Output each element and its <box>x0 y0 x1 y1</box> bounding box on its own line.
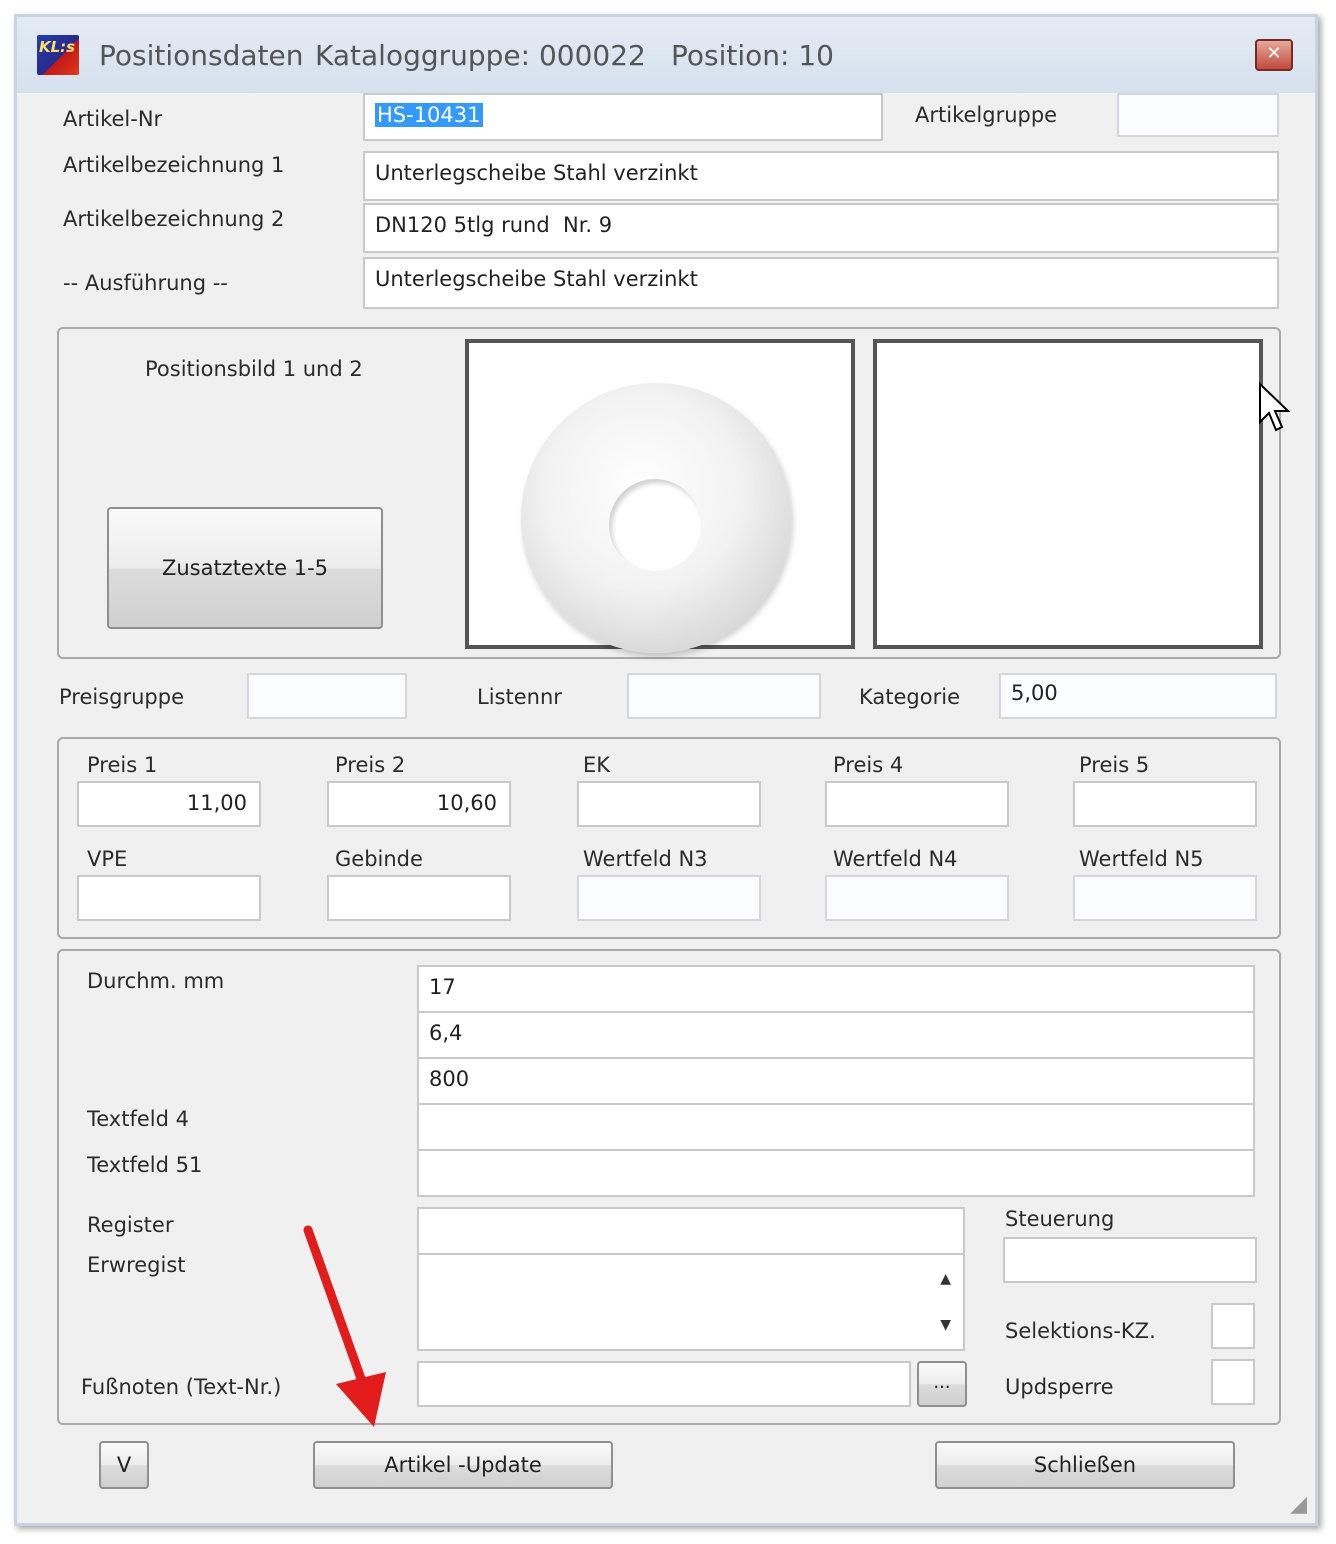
app-logo: KL:s <box>37 35 79 75</box>
preis4-input[interactable] <box>825 781 1009 827</box>
textfeld4-input[interactable] <box>417 1103 1255 1151</box>
textfeld51-input[interactable] <box>417 1149 1255 1197</box>
bezeichnung1-label: Artikelbezeichnung 1 <box>63 153 285 177</box>
wertfeld-n4-label: Wertfeld N4 <box>833 847 958 871</box>
steuerung-input[interactable] <box>1003 1237 1257 1283</box>
close-icon[interactable]: ✕ <box>1255 39 1293 71</box>
preis2-input[interactable]: 10,60 <box>327 781 511 827</box>
mouse-cursor-icon <box>1259 382 1291 432</box>
preis2-label: Preis 2 <box>335 753 406 777</box>
ek-input[interactable] <box>577 781 761 827</box>
selektions-kz-label: Selektions-KZ. <box>1005 1319 1156 1343</box>
kategorie-input[interactable]: 5,00 <box>999 673 1277 719</box>
wertfeld-n3-input[interactable] <box>577 875 761 921</box>
durchm-label: Durchm. mm <box>87 969 225 993</box>
bezeichnung2-input[interactable]: DN120 5tlg rund Nr. 9 <box>363 203 1279 253</box>
wertfeld-n5-input[interactable] <box>1073 875 1257 921</box>
listennr-input[interactable] <box>627 673 821 719</box>
preisgruppe-label: Preisgruppe <box>59 685 185 709</box>
red-annotation-arrow-icon <box>303 1225 386 1427</box>
zusatztexte-button[interactable]: Zusatztexte 1-5 <box>107 507 383 629</box>
catalog-group-label: Kataloggruppe: 000022 <box>315 39 646 72</box>
preis4-label: Preis 4 <box>833 753 904 777</box>
textfeld51-label: Textfeld 51 <box>87 1153 203 1177</box>
bezeichnung1-input[interactable]: Unterlegscheibe Stahl verzinkt <box>363 151 1279 201</box>
artikel-nr-input[interactable]: HS-10431 <box>363 93 883 141</box>
artikel-nr-label: Artikel-Nr <box>63 107 163 131</box>
position-image-1[interactable] <box>465 339 855 653</box>
kategorie-label: Kategorie <box>859 685 960 709</box>
prices-group: Preis 1 11,00 Preis 2 10,60 EK Preis 4 P… <box>57 737 1281 939</box>
gebinde-input[interactable] <box>327 875 511 921</box>
scroll-up-icon[interactable]: ▲ <box>940 1271 951 1287</box>
erwregist-textarea[interactable]: ▲ ▼ <box>417 1253 965 1351</box>
selektions-kz-input[interactable] <box>1211 1303 1255 1349</box>
ausfuehrung-label: -- Ausführung -- <box>63 271 228 295</box>
washer-image <box>521 383 791 653</box>
updsperre-label: Updsperre <box>1005 1375 1114 1399</box>
listennr-label: Listennr <box>477 685 562 709</box>
ek-label: EK <box>583 753 611 777</box>
fussnoten-input[interactable] <box>417 1361 911 1407</box>
ausfuehrung-input[interactable]: Unterlegscheibe Stahl verzinkt <box>363 257 1279 309</box>
gebinde-label: Gebinde <box>335 847 423 871</box>
preis1-input[interactable]: 11,00 <box>77 781 261 827</box>
textfeld4-label: Textfeld 4 <box>87 1107 189 1131</box>
detail-row-2-input[interactable]: 6,4 <box>417 1011 1255 1059</box>
updsperre-input[interactable] <box>1211 1359 1255 1405</box>
fussnoten-label: Fußnoten (Text-Nr.) <box>81 1375 282 1399</box>
preis5-label: Preis 5 <box>1079 753 1150 777</box>
artikelgruppe-label: Artikelgruppe <box>915 103 1058 127</box>
washer-hole <box>609 479 701 571</box>
image-group: Positionsbild 1 und 2 Zusatztexte 1-5 <box>57 327 1281 659</box>
title-bar: KL:s Positionsdaten Kataloggruppe: 00002… <box>17 17 1315 93</box>
window-title: Positionsdaten <box>99 39 304 72</box>
resize-grip-icon[interactable]: ◢ <box>1290 1492 1307 1517</box>
position-label: Position: 10 <box>671 39 834 72</box>
fussnoten-browse-button[interactable]: ... <box>917 1361 967 1407</box>
schliessen-button[interactable]: Schließen <box>935 1441 1235 1489</box>
steuerung-label: Steuerung <box>1005 1207 1115 1231</box>
artikelgruppe-input[interactable] <box>1117 93 1279 137</box>
detail-row-3-input[interactable]: 800 <box>417 1057 1255 1105</box>
preis5-input[interactable] <box>1073 781 1257 827</box>
positionsdaten-dialog: KL:s Positionsdaten Kataloggruppe: 00002… <box>14 14 1318 1526</box>
wertfeld-n4-input[interactable] <box>825 875 1009 921</box>
wertfeld-n5-label: Wertfeld N5 <box>1079 847 1204 871</box>
artikel-update-button[interactable]: Artikel -Update <box>313 1441 613 1489</box>
positionsbild-label: Positionsbild 1 und 2 <box>145 357 363 381</box>
v-button[interactable]: V <box>99 1441 149 1489</box>
vpe-input[interactable] <box>77 875 261 921</box>
preis1-label: Preis 1 <box>87 753 158 777</box>
wertfeld-n3-label: Wertfeld N3 <box>583 847 708 871</box>
artikel-nr-value: HS-10431 <box>375 103 483 127</box>
register-input[interactable] <box>417 1207 965 1255</box>
detail-row-1-input[interactable]: 17 <box>417 965 1255 1013</box>
position-image-2[interactable] <box>873 339 1263 649</box>
register-label: Register <box>87 1213 174 1237</box>
vpe-label: VPE <box>87 847 128 871</box>
details-group: Durchm. mm 17 6,4 800 Textfeld 4 Textfel… <box>57 949 1281 1425</box>
preisgruppe-input[interactable] <box>247 673 407 719</box>
erwregist-label: Erwregist <box>87 1253 186 1277</box>
bezeichnung2-label: Artikelbezeichnung 2 <box>63 207 285 231</box>
scroll-down-icon[interactable]: ▼ <box>940 1317 951 1333</box>
